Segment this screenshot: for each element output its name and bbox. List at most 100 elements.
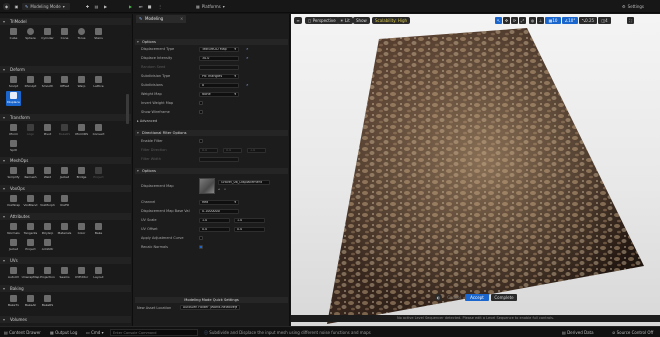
filter-width-input[interactable]: [199, 157, 239, 162]
close-icon[interactable]: ×: [180, 15, 183, 23]
tool-voxmorph[interactable]: VoxMorph: [40, 194, 55, 209]
save-icon[interactable]: ▣: [13, 3, 20, 10]
tool-baketx[interactable]: BakeTx: [6, 294, 21, 309]
grid-snap-button[interactable]: ▦10: [545, 17, 561, 24]
tool-cylinder[interactable]: Cylinder: [40, 27, 55, 42]
displace-intensity-input[interactable]: 30.0: [199, 56, 239, 61]
uv-offset-y[interactable]: 0.0: [234, 227, 265, 232]
scrollbar[interactable]: [126, 94, 129, 124]
directional-filter-header[interactable]: Directional Filter Options: [135, 130, 288, 136]
tool-weld[interactable]: Weld: [40, 166, 55, 181]
tool-sphere[interactable]: Sphere: [23, 27, 38, 42]
base-value-input[interactable]: 0.1000000: [199, 209, 239, 214]
cmd-select[interactable]: ▭ Cmd ▾: [86, 329, 104, 336]
complete-button[interactable]: Complete: [491, 294, 517, 301]
derived-data-button[interactable]: ▤ Derived Data: [562, 329, 594, 336]
world-local-icon[interactable]: ◍: [529, 17, 536, 24]
play-options-icon[interactable]: ⋮: [157, 3, 163, 10]
surface-snap-icon[interactable]: ⊥: [537, 17, 544, 24]
tool-addattr[interactable]: AddAttr: [40, 238, 55, 253]
viewport-menu-icon[interactable]: ≡: [294, 17, 302, 24]
section-deform[interactable]: Deform: [0, 66, 131, 73]
tool-jacket[interactable]: Jacket: [57, 166, 72, 181]
reset-icon[interactable]: ↺: [246, 57, 249, 60]
subdivisions-input[interactable]: 8: [199, 83, 239, 88]
play-icon[interactable]: ▶: [126, 3, 135, 10]
random-seed-input[interactable]: [199, 65, 239, 70]
quick-settings-header[interactable]: Modeling Mode Quick Settings: [135, 297, 288, 303]
section-uvs[interactable]: UVs: [0, 257, 131, 264]
tool-project[interactable]: Project: [91, 166, 106, 181]
tool-voxwrap[interactable]: VoxWrap: [6, 194, 21, 209]
perspective-button[interactable]: ◻ Perspective: [305, 17, 339, 24]
scalability-button[interactable]: Scalability: High: [372, 17, 411, 24]
invert-weight-map-checkbox[interactable]: [199, 101, 203, 105]
scale-icon[interactable]: ⤢: [519, 17, 526, 24]
settings-button[interactable]: ⚙ Settings: [622, 3, 656, 10]
show-wireframe-checkbox[interactable]: [199, 110, 203, 114]
tool-simplify[interactable]: Simplify: [6, 166, 21, 181]
platforms-button[interactable]: ▦ Platforms ▾: [196, 3, 240, 10]
tool-offset[interactable]: Offset: [57, 75, 72, 90]
source-control-button[interactable]: ⊘ Source Control Off: [612, 329, 653, 336]
maximize-icon[interactable]: ⛶: [627, 17, 634, 24]
uv-scale-y[interactable]: 1.0: [234, 218, 265, 223]
translate-icon[interactable]: ✥: [503, 17, 510, 24]
subdivision-type-select[interactable]: PN Triangles ▾: [199, 74, 239, 79]
cancel-button[interactable]: Cancel: [444, 294, 464, 301]
section-voxops[interactable]: VoxOps: [0, 185, 131, 192]
filter-direction-z[interactable]: 1.0: [247, 148, 266, 153]
tool-cube[interactable]: Cube: [6, 27, 21, 42]
tool-xform[interactable]: Xform: [6, 123, 21, 138]
tool-unwrap[interactable]: UnwrapMap: [22, 266, 39, 281]
displacement-type-select[interactable]: Texture2D Map ▾: [199, 47, 239, 52]
filter-direction-x[interactable]: 0.0: [199, 148, 218, 153]
recalc-normals-checkbox[interactable]: [199, 245, 203, 249]
reset-icon[interactable]: ↺: [246, 84, 249, 87]
tool-bakers[interactable]: BakeRS: [57, 123, 72, 138]
tool-color[interactable]: Color: [74, 222, 89, 237]
stop-icon[interactable]: ■: [146, 3, 153, 10]
tool-torus[interactable]: Torus: [74, 27, 89, 42]
tool-pivot[interactable]: Pivot: [40, 123, 55, 138]
angle-snap-button[interactable]: ∠10°: [562, 17, 578, 24]
weight-map-select[interactable]: None ▾: [199, 92, 239, 97]
content-drawer-button[interactable]: ▤ Content Drawer: [4, 329, 41, 336]
tool-xformrs[interactable]: XformRS: [74, 123, 89, 138]
section-baking[interactable]: Baking: [0, 285, 131, 292]
tool-convert[interactable]: Convert: [91, 123, 106, 138]
tool-layout[interactable]: Layout: [91, 266, 106, 281]
tool-project-2[interactable]: Project: [23, 238, 38, 253]
accept-button[interactable]: Accept: [465, 294, 489, 301]
tool-smooth[interactable]: Smooth: [40, 75, 55, 90]
tool-bridge[interactable]: Bridge: [74, 166, 89, 181]
enable-filter-checkbox[interactable]: [199, 139, 203, 143]
blueprint-icon[interactable]: ▤: [93, 3, 100, 10]
output-log-button[interactable]: ▦ Output Log: [50, 329, 77, 336]
tool-tangents[interactable]: Tangents: [23, 222, 38, 237]
tab-modeling[interactable]: ✎ Modeling ×: [136, 15, 186, 23]
rotate-icon[interactable]: ⟳: [511, 17, 518, 24]
reset-icon[interactable]: ↺: [246, 48, 249, 51]
tool-dsculpt[interactable]: DSculpt: [23, 75, 38, 90]
apply-adjustment-curve-checkbox[interactable]: [199, 236, 203, 240]
level-viewport[interactable]: ≡ ◻ Perspective ☀ Lit Show Scalability: …: [291, 14, 660, 326]
show-button[interactable]: Show: [353, 17, 370, 24]
options2-header[interactable]: Options: [135, 168, 288, 174]
tool-voxblend[interactable]: VoxBlend: [23, 194, 38, 209]
advanced-expander[interactable]: ▸ Advanced: [137, 119, 157, 123]
tool-displace[interactable]: Displace: [6, 91, 21, 106]
tool-seams[interactable]: Seams: [57, 266, 72, 281]
tool-stairs[interactable]: Stairs: [91, 27, 106, 42]
tool-jacket-2[interactable]: Jacket: [6, 238, 21, 253]
uv-offset-x[interactable]: 0.0: [199, 227, 230, 232]
tool-autouv[interactable]: AutoUV: [6, 266, 21, 281]
displacement-map-select[interactable]: Gravel_06_Displacement: [218, 180, 270, 185]
add-actor-icon[interactable]: ✚: [84, 3, 91, 10]
camera-speed-button[interactable]: ◫4: [598, 17, 611, 24]
channel-select[interactable]: Red ▾: [199, 200, 239, 205]
folder-icon[interactable]: ▫: [224, 187, 228, 191]
tool-normals[interactable]: Normals: [6, 222, 21, 237]
tool-bakers-2[interactable]: BakeRS: [40, 294, 55, 309]
step-icon[interactable]: ⏭: [137, 3, 144, 10]
